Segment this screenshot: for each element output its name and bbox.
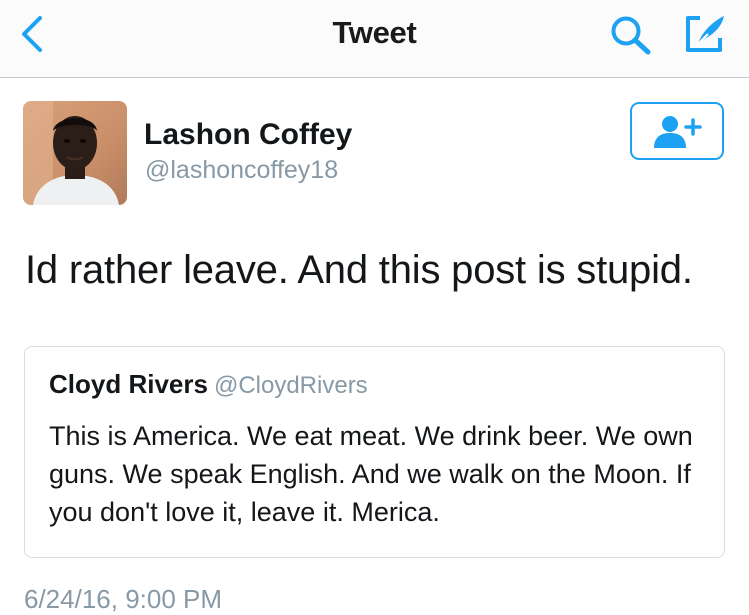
- author-name[interactable]: Lashon Coffey: [144, 118, 352, 152]
- search-button[interactable]: [608, 14, 654, 56]
- quoted-author-handle: @CloydRivers: [213, 372, 368, 399]
- avatar[interactable]: [23, 101, 127, 205]
- profile-photo: [23, 101, 127, 205]
- search-icon: [611, 16, 651, 55]
- tweet-text: Id rather leave. And this post is stupid…: [25, 248, 693, 292]
- add-user-icon: [654, 116, 702, 148]
- follow-button[interactable]: [630, 102, 724, 160]
- compose-icon: [686, 16, 724, 52]
- quoted-tweet-text: This is America. We eat meat. We drink b…: [49, 421, 693, 527]
- tweet-timestamp: 6/24/16, 9:00 PM: [24, 584, 223, 614]
- quoted-author-name: Cloyd Rivers: [49, 369, 208, 399]
- quoted-tweet-header: Cloyd Rivers @CloydRivers: [49, 369, 368, 400]
- author-handle[interactable]: @lashoncoffey18: [145, 156, 338, 185]
- navigation-bar: Tweet: [0, 0, 749, 78]
- quoted-tweet-card[interactable]: Cloyd Rivers @CloydRivers This is America…: [24, 346, 725, 558]
- compose-button[interactable]: [682, 12, 728, 56]
